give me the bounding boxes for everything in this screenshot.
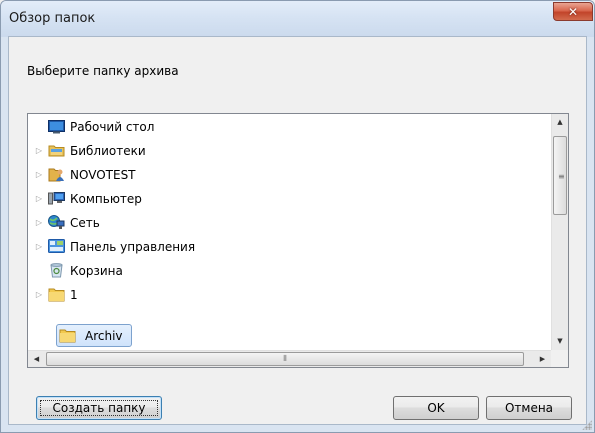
recycle-bin-icon bbox=[48, 263, 65, 278]
tree-item-recycle-bin[interactable]: Корзина bbox=[28, 260, 548, 282]
close-icon: ✕ bbox=[567, 4, 579, 19]
vertical-scrollbar[interactable]: ▲ ≡ ▼ bbox=[551, 114, 568, 350]
tree-item-label: 1 bbox=[70, 288, 78, 302]
tree-item-desktop[interactable]: Рабочий стол bbox=[28, 116, 548, 138]
tree-item-label: Компьютер bbox=[70, 192, 142, 206]
tree-item-computer[interactable]: ▷ Компьютер bbox=[28, 188, 548, 210]
tree-item-label: Панель управления bbox=[70, 240, 196, 254]
ok-label: OK bbox=[427, 401, 445, 415]
tree-item-label: Библиотеки bbox=[70, 144, 146, 158]
close-button[interactable]: ✕ bbox=[553, 2, 593, 21]
folder-icon bbox=[48, 287, 65, 302]
tree-item-folder-1[interactable]: ▷ 1 bbox=[28, 284, 548, 306]
expand-arrow-icon[interactable]: ▷ bbox=[34, 140, 44, 162]
libraries-icon bbox=[48, 143, 65, 158]
user-folder-icon bbox=[48, 167, 65, 182]
tree-item-label: Сеть bbox=[70, 216, 100, 230]
horizontal-scroll-thumb[interactable]: ⦀ bbox=[46, 352, 524, 366]
cancel-label: Отмена bbox=[504, 401, 554, 415]
grip-icon: ≡ bbox=[558, 172, 565, 181]
folder-tree[interactable]: Рабочий стол ▷ Библиотеки ▷ NOVOTEST ▷ К… bbox=[27, 113, 569, 368]
control-panel-icon bbox=[48, 239, 65, 254]
expand-arrow-icon[interactable]: ▷ bbox=[34, 284, 44, 306]
tree-item-novotest[interactable]: ▷ NOVOTEST bbox=[28, 164, 548, 186]
scrollbar-corner bbox=[551, 350, 568, 367]
cancel-button[interactable]: Отмена bbox=[486, 396, 572, 420]
horizontal-scrollbar[interactable]: ◀ ⦀ ▶ bbox=[28, 350, 551, 367]
expand-arrow-icon[interactable]: ▷ bbox=[34, 236, 44, 258]
scroll-up-icon[interactable]: ▲ bbox=[552, 114, 568, 131]
desktop-icon bbox=[48, 119, 65, 134]
expand-arrow-icon[interactable]: ▷ bbox=[34, 212, 44, 234]
window-title: Обзор папок bbox=[9, 11, 96, 26]
scroll-down-icon[interactable]: ▼ bbox=[552, 333, 568, 350]
tree-item-archiv[interactable]: Archiv bbox=[28, 324, 548, 346]
expand-arrow-icon[interactable]: ▷ bbox=[34, 164, 44, 186]
computer-icon bbox=[48, 191, 65, 206]
scroll-left-icon[interactable]: ◀ bbox=[28, 351, 45, 367]
tree-item-label: Archiv bbox=[85, 329, 123, 343]
tree-item-control-panel[interactable]: ▷ Панель управления bbox=[28, 236, 548, 258]
expand-arrow-icon[interactable]: ▷ bbox=[34, 188, 44, 210]
scroll-right-icon[interactable]: ▶ bbox=[534, 351, 551, 367]
ok-button[interactable]: OK bbox=[393, 396, 479, 420]
tree-item-network[interactable]: ▷ Сеть bbox=[28, 212, 548, 234]
tree-item-label: Рабочий стол bbox=[70, 120, 155, 134]
folder-icon bbox=[59, 328, 76, 343]
tree-item-label: Корзина bbox=[70, 264, 123, 278]
dialog-prompt: Выберите папку архива bbox=[27, 64, 179, 78]
focus-rect bbox=[40, 400, 158, 416]
tree-item-label: NOVOTEST bbox=[70, 168, 136, 182]
network-icon bbox=[48, 215, 65, 230]
tree-item-libraries[interactable]: ▷ Библиотеки bbox=[28, 140, 548, 162]
new-folder-button[interactable]: Создать папку bbox=[36, 396, 162, 420]
vertical-scroll-thumb[interactable]: ≡ bbox=[553, 136, 567, 215]
title-bar: Обзор папок ✕ bbox=[1, 1, 594, 37]
